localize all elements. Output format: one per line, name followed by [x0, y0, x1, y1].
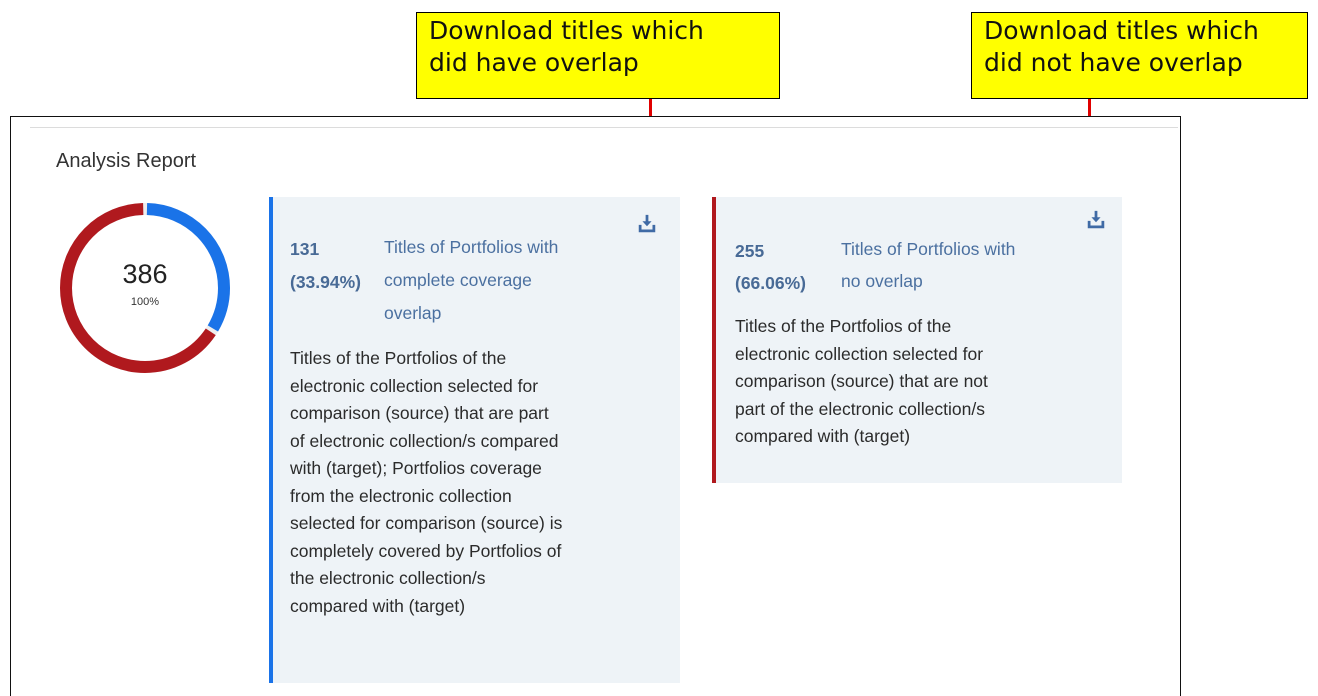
card-label-line: Titles of Portfolios with [841, 239, 1016, 259]
desc-line: compared with (target) [290, 595, 466, 616]
download-icon[interactable] [636, 213, 658, 235]
desc-line: compared with (target) [735, 426, 911, 446]
card-label-line: no overlap [841, 271, 923, 291]
desc-line: with (target); Portfolios coverage [290, 458, 542, 478]
desc-line: selected for comparison (source) is [290, 513, 563, 533]
card-label-line: complete coverage [384, 270, 532, 290]
desc-line: from the electronic collection [290, 485, 512, 506]
desc-line: completely covered by Portfolios of [290, 540, 562, 561]
desc-line: part of the electronic collection/s [735, 398, 985, 419]
card-label[interactable]: Titles of Portfolios with complete cover… [384, 235, 674, 326]
desc-line: electronic collection selected for [735, 343, 984, 364]
desc-line: comparison (source) that are not [735, 371, 988, 391]
card-complete-coverage-overlap: 131 (33.94%) Titles of Portfolios with c… [269, 197, 680, 683]
donut-percent: 100% [130, 296, 160, 308]
callout-download-no-overlap: Download titles which did not have overl… [971, 12, 1308, 99]
card-no-overlap: 255 (66.06%) Titles of Portfolios with n… [712, 197, 1122, 483]
card-description: Titles of the Portfolios of the electron… [290, 345, 675, 620]
card-percent: (66.06%) [735, 273, 807, 293]
desc-line: of electronic collection/s compared [290, 430, 559, 451]
desc-line: Titles of the Portfolios of the [735, 316, 952, 336]
desc-line: Titles of the Portfolios of the [290, 348, 507, 368]
analysis-report-title: Analysis Report [56, 150, 197, 172]
panel-divider [30, 127, 1178, 128]
donut-total: 386 [122, 259, 168, 289]
desc-line: electronic collection selected for [290, 375, 539, 396]
callout-line: Download titles which [429, 16, 704, 45]
callout-line: Download titles which [984, 16, 1259, 45]
card-count: 131 [290, 239, 320, 259]
card-description: Titles of the Portfolios of the electron… [735, 313, 1115, 451]
card-label[interactable]: Titles of Portfolios with no overlap [841, 237, 1116, 294]
callout-download-overlap: Download titles which did have overlap [416, 12, 780, 99]
download-icon[interactable] [1085, 209, 1107, 231]
card-label-line: Titles of Portfolios with [384, 237, 559, 257]
callout-line: did not have overlap [984, 48, 1243, 77]
desc-line: the electronic collection/s [290, 568, 486, 588]
card-percent: (33.94%) [290, 272, 362, 292]
card-count: 255 [735, 241, 765, 261]
card-label-line: overlap [384, 303, 442, 323]
desc-line: comparison (source) that are part [290, 403, 549, 423]
card-accent-bar [269, 197, 273, 683]
callout-line: did have overlap [429, 48, 639, 77]
card-accent-bar [712, 197, 716, 483]
